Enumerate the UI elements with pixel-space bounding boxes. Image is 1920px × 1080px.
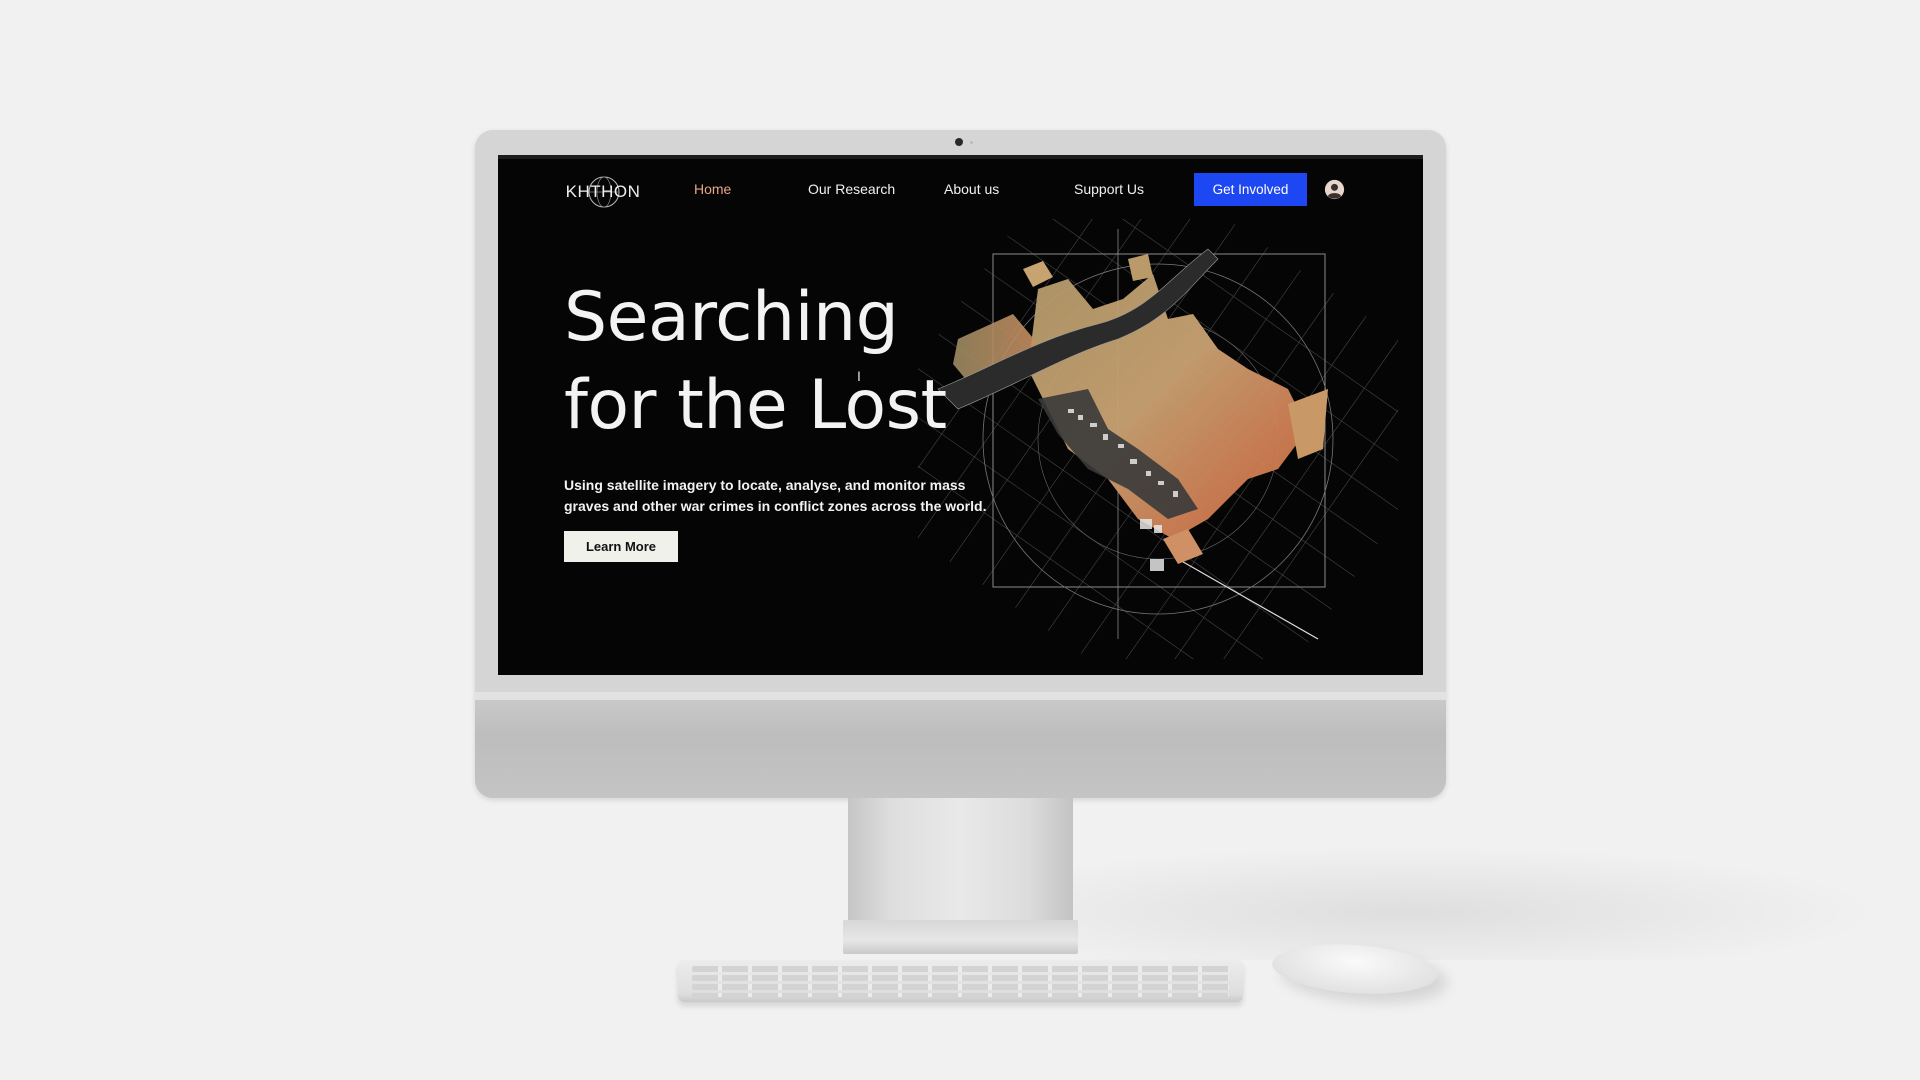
floor-shadow — [1060, 840, 1920, 960]
monitor: KHTHON Home Our Research About us Suppor… — [475, 130, 1446, 798]
nav-item-our-research[interactable]: Our Research — [808, 181, 895, 197]
logo[interactable]: KHTHON — [566, 173, 640, 211]
monitor-bezel: KHTHON Home Our Research About us Suppor… — [475, 130, 1446, 700]
satellite-map-illustration — [918, 219, 1398, 659]
camera-icon — [955, 138, 963, 146]
nav-item-support-us[interactable]: Support Us — [1074, 181, 1144, 197]
camera-indicator — [970, 141, 973, 144]
monitor-stand — [848, 798, 1073, 920]
website-screen: KHTHON Home Our Research About us Suppor… — [498, 155, 1423, 675]
hero-description: Using satellite imagery to locate, analy… — [564, 477, 987, 514]
keyboard-row — [692, 966, 1229, 972]
monitor-stand-foot — [843, 920, 1078, 954]
hero-title: Searching for the Lost — [564, 274, 984, 450]
keyboard-row — [692, 975, 1229, 981]
get-involved-button[interactable]: Get Involved — [1194, 173, 1307, 206]
nav-item-about-us[interactable]: About us — [944, 181, 999, 197]
keyboard — [678, 960, 1243, 1002]
hero-title-line-2: for the Lost — [564, 366, 947, 445]
keyboard-row — [692, 984, 1229, 990]
user-circle-icon[interactable] — [1324, 179, 1345, 200]
learn-more-button[interactable]: Learn More — [564, 531, 678, 562]
monitor-chin — [475, 700, 1446, 798]
text-cursor: I — [857, 368, 861, 384]
hero-title-line-1: Searching — [564, 278, 899, 357]
nav-item-home[interactable]: Home — [694, 181, 731, 197]
logo-text: KHTHON — [565, 182, 641, 201]
keyboard-row — [692, 993, 1229, 997]
